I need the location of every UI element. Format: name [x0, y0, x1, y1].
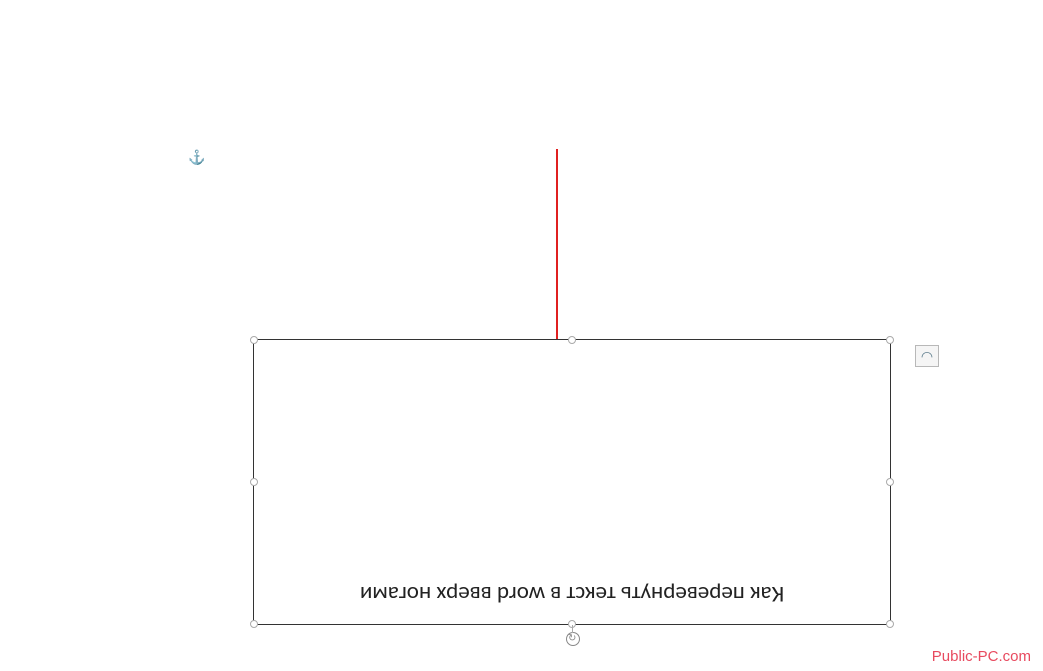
resize-handle-middle-right[interactable] [886, 478, 894, 486]
text-box-content[interactable]: Как перевернуть текст в word вверх ногам… [360, 580, 784, 608]
layout-options-button[interactable]: ◠ [915, 345, 939, 367]
resize-handle-middle-left[interactable] [250, 478, 258, 486]
layout-options-icon: ◠ [921, 348, 933, 365]
watermark: Public-PC.com [932, 648, 1031, 665]
resize-handle-top-left[interactable] [250, 336, 258, 344]
annotation-arrow [556, 149, 558, 354]
rotate-handle[interactable] [566, 632, 580, 646]
resize-handle-bottom-right[interactable] [886, 620, 894, 628]
resize-handle-bottom-left[interactable] [250, 620, 258, 628]
text-box[interactable]: Как перевернуть текст в word вверх ногам… [253, 339, 891, 625]
anchor-icon: ⚓ [188, 149, 205, 166]
resize-handle-top-middle[interactable] [568, 336, 576, 344]
resize-handle-top-right[interactable] [886, 336, 894, 344]
